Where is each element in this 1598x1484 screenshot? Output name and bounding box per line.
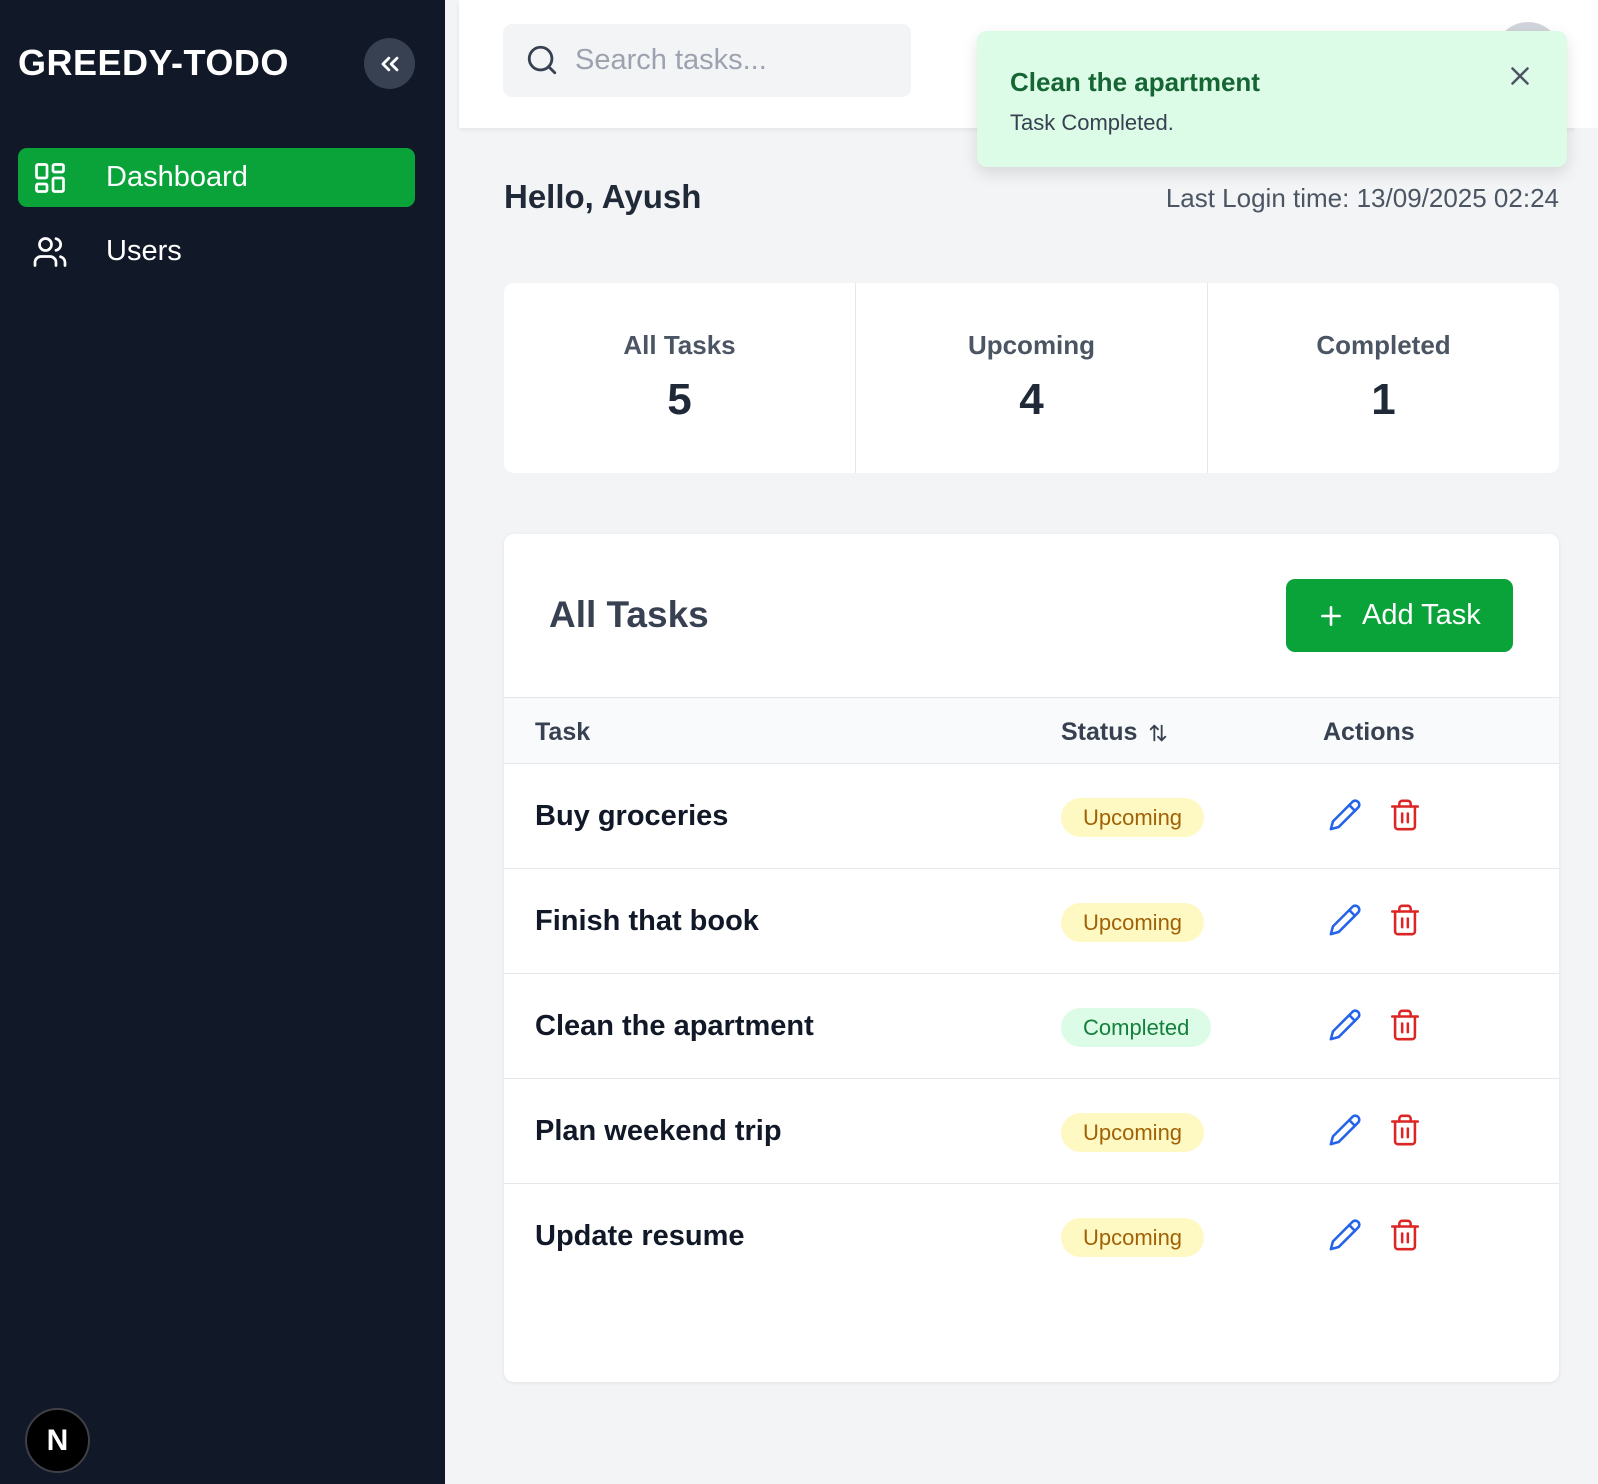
sort-icon [1150, 724, 1167, 741]
stat-value: 5 [667, 375, 692, 424]
sidebar-item-label: Users [106, 235, 182, 267]
last-login-time: Last Login time: 13/09/2025 02:24 [1165, 183, 1559, 213]
status-badge: Upcoming [1061, 1113, 1205, 1152]
stat-value: 1 [1371, 375, 1396, 424]
stat-upcoming: Upcoming 4 [856, 283, 1208, 473]
add-task-label: Add Task [1362, 599, 1481, 631]
edit-pencil-icon[interactable] [1328, 1008, 1362, 1042]
tasks-card-title: All Tasks [549, 594, 709, 635]
dev-indicator-badge[interactable]: N [25, 1408, 90, 1473]
edit-pencil-icon[interactable] [1328, 1218, 1362, 1252]
search-icon [527, 45, 557, 75]
tasks-card: All Tasks Add Task Task Status Actions B… [504, 534, 1559, 1382]
table-row: Plan weekend trip Upcoming [504, 1078, 1559, 1183]
stat-value: 4 [1019, 375, 1044, 424]
dashboard-icon [35, 163, 65, 193]
stat-completed: Completed 1 [1208, 283, 1559, 473]
edit-pencil-icon[interactable] [1328, 1113, 1362, 1147]
stats-panel: All Tasks 5 Upcoming 4 Completed 1 [504, 283, 1559, 473]
column-header-status[interactable]: Status [1061, 718, 1169, 747]
add-task-button[interactable]: Add Task [1286, 579, 1513, 652]
trash-icon[interactable] [1388, 798, 1422, 832]
status-badge: Completed [1061, 1008, 1212, 1047]
brand-title: GREEDY-TODO [18, 42, 289, 83]
column-header-task: Task [535, 718, 591, 746]
table-row: Update resume Upcoming [504, 1183, 1559, 1288]
table-row: Clean the apartment Completed [504, 973, 1559, 1078]
chevrons-left-icon [381, 56, 398, 71]
page-scrollbar[interactable] [1574, 128, 1598, 1484]
edit-pencil-icon[interactable] [1328, 798, 1362, 832]
stat-label: Upcoming [967, 330, 1096, 360]
toast-notification: Clean the apartment Task Completed. [977, 31, 1567, 167]
stat-all-tasks: All Tasks 5 [504, 283, 856, 473]
column-header-actions: Actions [1323, 718, 1415, 746]
search-input[interactable] [575, 24, 895, 97]
stat-label: Completed [1316, 330, 1451, 360]
sidebar-item-users[interactable]: Users [18, 222, 415, 281]
task-name: Plan weekend trip [535, 1115, 782, 1147]
trash-icon[interactable] [1388, 1008, 1422, 1042]
search-box [503, 24, 911, 97]
sidebar: GREEDY-TODO Dashboard Users N [0, 0, 445, 1484]
status-badge: Upcoming [1061, 798, 1205, 837]
trash-icon[interactable] [1388, 1218, 1422, 1252]
task-name: Buy groceries [535, 800, 729, 832]
toast-title: Clean the apartment [1010, 67, 1260, 97]
table-row: Finish that book Upcoming [504, 868, 1559, 973]
task-name: Clean the apartment [535, 1010, 814, 1042]
plus-icon [1321, 606, 1341, 626]
edit-pencil-icon[interactable] [1328, 903, 1362, 937]
close-icon[interactable] [1505, 61, 1535, 91]
trash-icon[interactable] [1388, 1113, 1422, 1147]
sidebar-item-label: Dashboard [106, 161, 248, 193]
toast-message: Task Completed. [1010, 110, 1174, 135]
table-row: Buy groceries Upcoming [504, 763, 1559, 868]
table-header: Task Status Actions [504, 697, 1559, 763]
column-header-status-label: Status [1061, 718, 1138, 746]
status-badge: Upcoming [1061, 903, 1205, 942]
task-name: Update resume [535, 1220, 745, 1252]
page-title: Hello, Ayush [504, 178, 702, 215]
status-badge: Upcoming [1061, 1218, 1205, 1257]
stat-label: All Tasks [623, 330, 736, 360]
collapse-sidebar-button[interactable] [364, 38, 415, 89]
sidebar-item-dashboard[interactable]: Dashboard [18, 148, 415, 207]
users-icon [33, 237, 67, 267]
task-name: Finish that book [535, 905, 759, 937]
trash-icon[interactable] [1388, 903, 1422, 937]
